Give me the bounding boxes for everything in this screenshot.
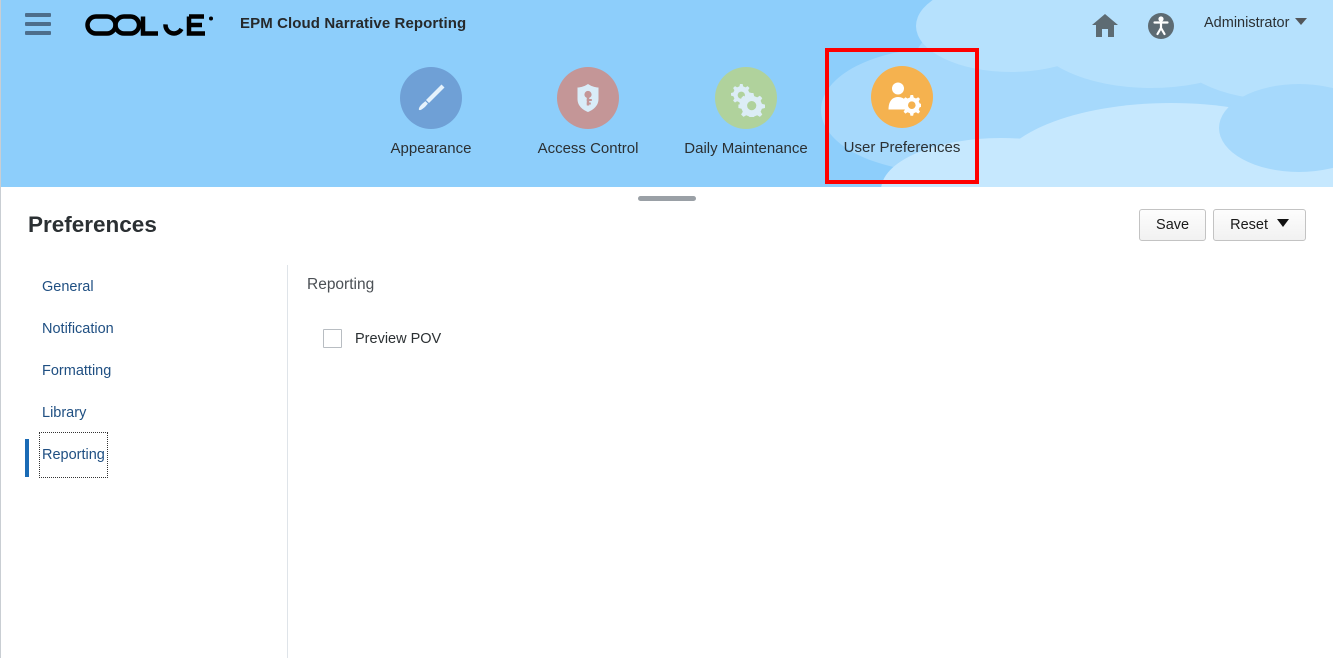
- sidebar-item-library[interactable]: Library: [1, 391, 287, 433]
- sidebar-item-reporting[interactable]: Reporting: [1, 432, 287, 478]
- reset-button[interactable]: Reset: [1213, 209, 1306, 241]
- reset-button-label: Reset: [1230, 217, 1268, 233]
- chevron-down-icon: [1277, 219, 1289, 227]
- top-bar: EPM Cloud Narrative Reporting Administra…: [1, 0, 1333, 50]
- hamburger-bar: [25, 31, 51, 35]
- panel-drag-handle[interactable]: [638, 196, 696, 201]
- card-appearance[interactable]: Appearance: [356, 52, 506, 174]
- preferences-page: Preferences Save Reset General Notificat…: [1, 187, 1333, 658]
- user-menu-label: Administrator: [1204, 15, 1290, 31]
- gears-icon: [715, 67, 777, 129]
- preview-pov-label: Preview POV: [355, 330, 442, 347]
- page-title: Preferences: [28, 212, 157, 237]
- preview-pov-row: Preview POV: [323, 329, 441, 348]
- sidebar-item-notification[interactable]: Notification: [1, 307, 287, 349]
- save-button[interactable]: Save: [1139, 209, 1207, 241]
- card-label: User Preferences: [843, 139, 961, 156]
- banner: EPM Cloud Narrative Reporting Administra…: [1, 0, 1333, 187]
- preview-pov-checkbox[interactable]: [323, 329, 342, 348]
- application-window: EPM Cloud Narrative Reporting Administra…: [0, 0, 1333, 658]
- card-user-preferences[interactable]: User Preferences: [825, 48, 979, 184]
- home-icon[interactable]: [1091, 13, 1119, 38]
- sidebar-item-label: Reporting: [39, 432, 108, 478]
- card-access-control[interactable]: Access Control: [513, 52, 663, 174]
- sidebar-item-label: Library: [42, 405, 87, 421]
- sidebar-item-label: Formatting: [42, 363, 112, 379]
- accessibility-icon[interactable]: [1148, 13, 1174, 39]
- card-daily-maintenance[interactable]: Daily Maintenance: [671, 52, 821, 174]
- sidebar-item-label: General: [42, 279, 94, 295]
- page-toolbar: Save Reset: [1139, 209, 1306, 241]
- hamburger-bar: [25, 13, 51, 17]
- hamburger-bar: [25, 22, 51, 26]
- card-label: Daily Maintenance: [684, 140, 808, 157]
- preferences-content: Reporting Preview POV: [289, 265, 1333, 658]
- card-label: Appearance: [390, 140, 472, 157]
- app-title: EPM Cloud Narrative Reporting: [240, 15, 467, 32]
- card-label: Access Control: [537, 140, 639, 157]
- sidebar-item-general[interactable]: General: [1, 265, 287, 307]
- sidebar-item-formatting[interactable]: Formatting: [1, 349, 287, 391]
- user-gear-icon: [871, 66, 933, 128]
- preferences-sidebar: General Notification Formatting Library …: [1, 265, 288, 658]
- oracle-logo[interactable]: [85, 12, 215, 38]
- sidebar-item-label: Notification: [42, 321, 114, 337]
- hamburger-menu-icon[interactable]: [25, 13, 51, 35]
- user-menu[interactable]: Administrator: [1204, 15, 1308, 31]
- section-title: Reporting: [307, 276, 375, 293]
- navigation-cards: Appearance Access Control Daily Maintena…: [1, 48, 1333, 184]
- save-button-label: Save: [1156, 217, 1190, 233]
- paintbrush-icon: [400, 67, 462, 129]
- shield-key-icon: [557, 67, 619, 129]
- chevron-down-icon: [1295, 18, 1308, 25]
